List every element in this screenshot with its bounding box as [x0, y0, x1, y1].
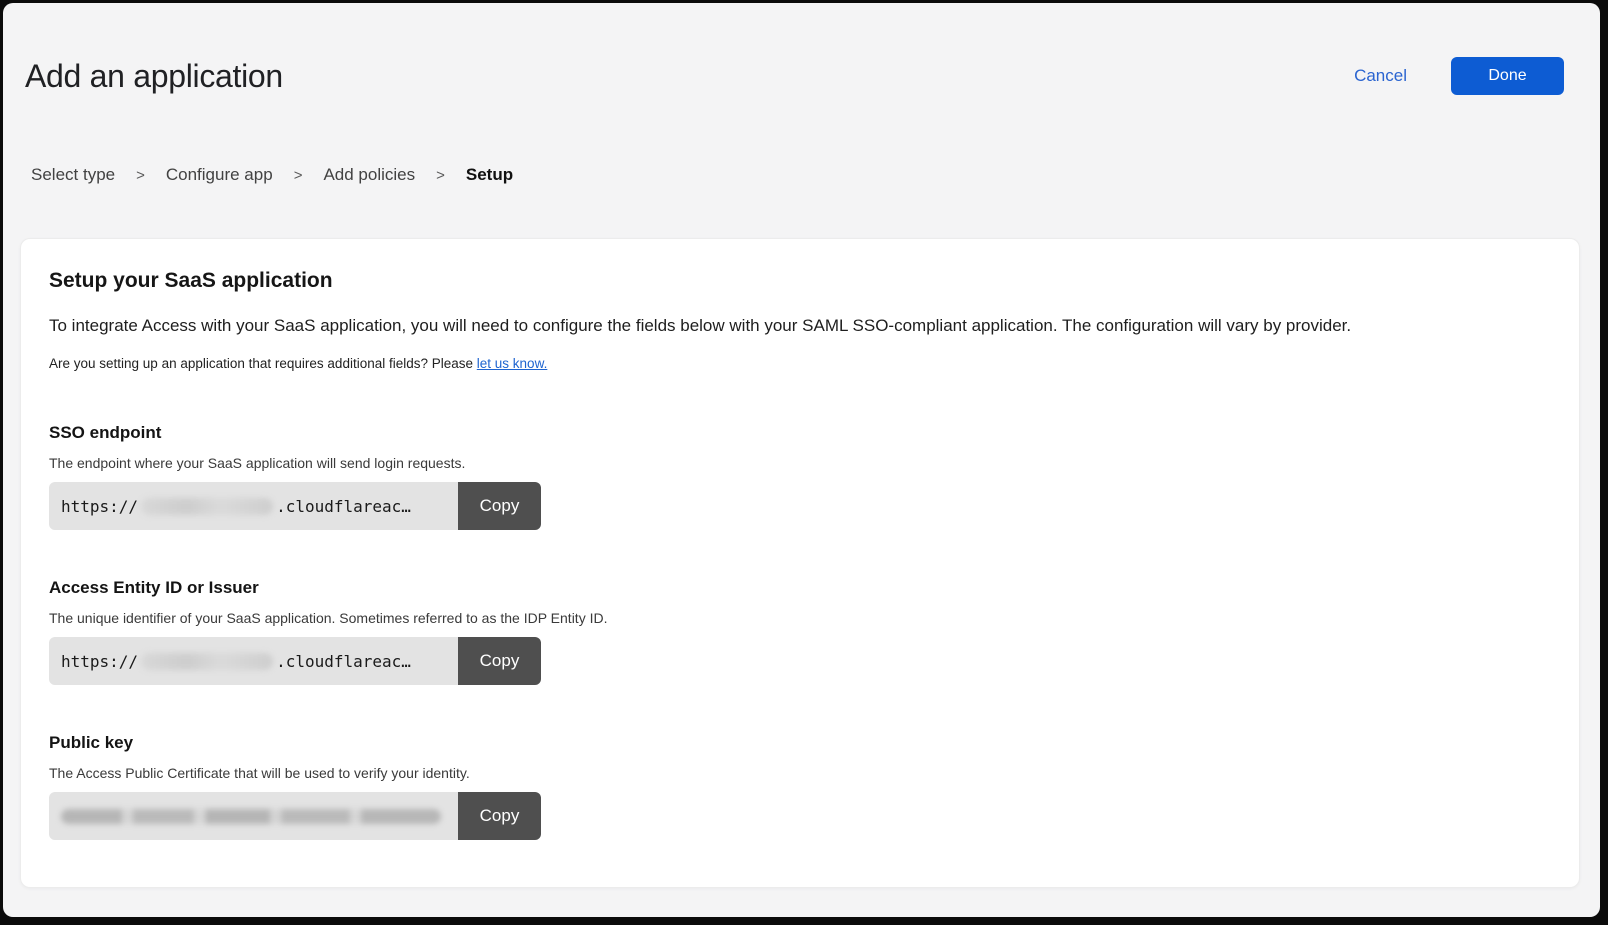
breadcrumb-step-configure-app[interactable]: Configure app	[166, 165, 273, 185]
public-key-description: The Access Public Certificate that will …	[49, 765, 1551, 781]
redacted-value-blur	[61, 809, 441, 824]
redacted-value-blur	[141, 498, 273, 515]
entity-id-copy-button[interactable]: Copy	[458, 637, 541, 685]
card-note-text: Are you setting up an application that r…	[49, 356, 477, 371]
sso-endpoint-section: SSO endpoint The endpoint where your Saa…	[49, 423, 1551, 530]
sso-endpoint-description: The endpoint where your SaaS application…	[49, 455, 1551, 471]
cancel-button[interactable]: Cancel	[1354, 66, 1407, 86]
page: Add an application Cancel Done Select ty…	[3, 3, 1600, 917]
value-prefix: https://	[61, 497, 138, 516]
let-us-know-link[interactable]: let us know.	[477, 356, 548, 371]
header-actions: Cancel Done	[1354, 57, 1564, 95]
sso-endpoint-row: https:// .cloudflareac… Copy	[49, 482, 541, 530]
breadcrumb-separator: >	[436, 167, 445, 184]
breadcrumb-separator: >	[136, 167, 145, 184]
breadcrumb-separator: >	[294, 167, 303, 184]
card-intro-text: To integrate Access with your SaaS appli…	[49, 315, 1551, 336]
sso-endpoint-copy-button[interactable]: Copy	[458, 482, 541, 530]
public-key-value[interactable]	[49, 792, 458, 840]
done-button[interactable]: Done	[1451, 57, 1564, 95]
entity-id-section: Access Entity ID or Issuer The unique id…	[49, 578, 1551, 685]
breadcrumb-step-setup: Setup	[466, 165, 513, 185]
public-key-section: Public key The Access Public Certificate…	[49, 733, 1551, 840]
value-prefix: https://	[61, 652, 138, 671]
sso-endpoint-value[interactable]: https:// .cloudflareac…	[49, 482, 458, 530]
entity-id-value[interactable]: https:// .cloudflareac…	[49, 637, 458, 685]
breadcrumb-step-select-type[interactable]: Select type	[31, 165, 115, 185]
value-suffix: .cloudflareac…	[276, 497, 411, 516]
page-title: Add an application	[25, 58, 283, 95]
public-key-label: Public key	[49, 733, 1551, 753]
breadcrumb: Select type > Configure app > Add polici…	[31, 165, 1600, 185]
sso-endpoint-label: SSO endpoint	[49, 423, 1551, 443]
page-header: Add an application Cancel Done	[3, 3, 1600, 95]
public-key-copy-button[interactable]: Copy	[458, 792, 541, 840]
setup-card: Setup your SaaS application To integrate…	[20, 238, 1580, 888]
public-key-row: Copy	[49, 792, 541, 840]
entity-id-label: Access Entity ID or Issuer	[49, 578, 1551, 598]
entity-id-description: The unique identifier of your SaaS appli…	[49, 610, 1551, 626]
card-heading: Setup your SaaS application	[49, 269, 1551, 293]
breadcrumb-step-add-policies[interactable]: Add policies	[323, 165, 415, 185]
redacted-value-blur	[141, 653, 273, 670]
entity-id-row: https:// .cloudflareac… Copy	[49, 637, 541, 685]
card-note: Are you setting up an application that r…	[49, 356, 1551, 371]
value-suffix: .cloudflareac…	[276, 652, 411, 671]
